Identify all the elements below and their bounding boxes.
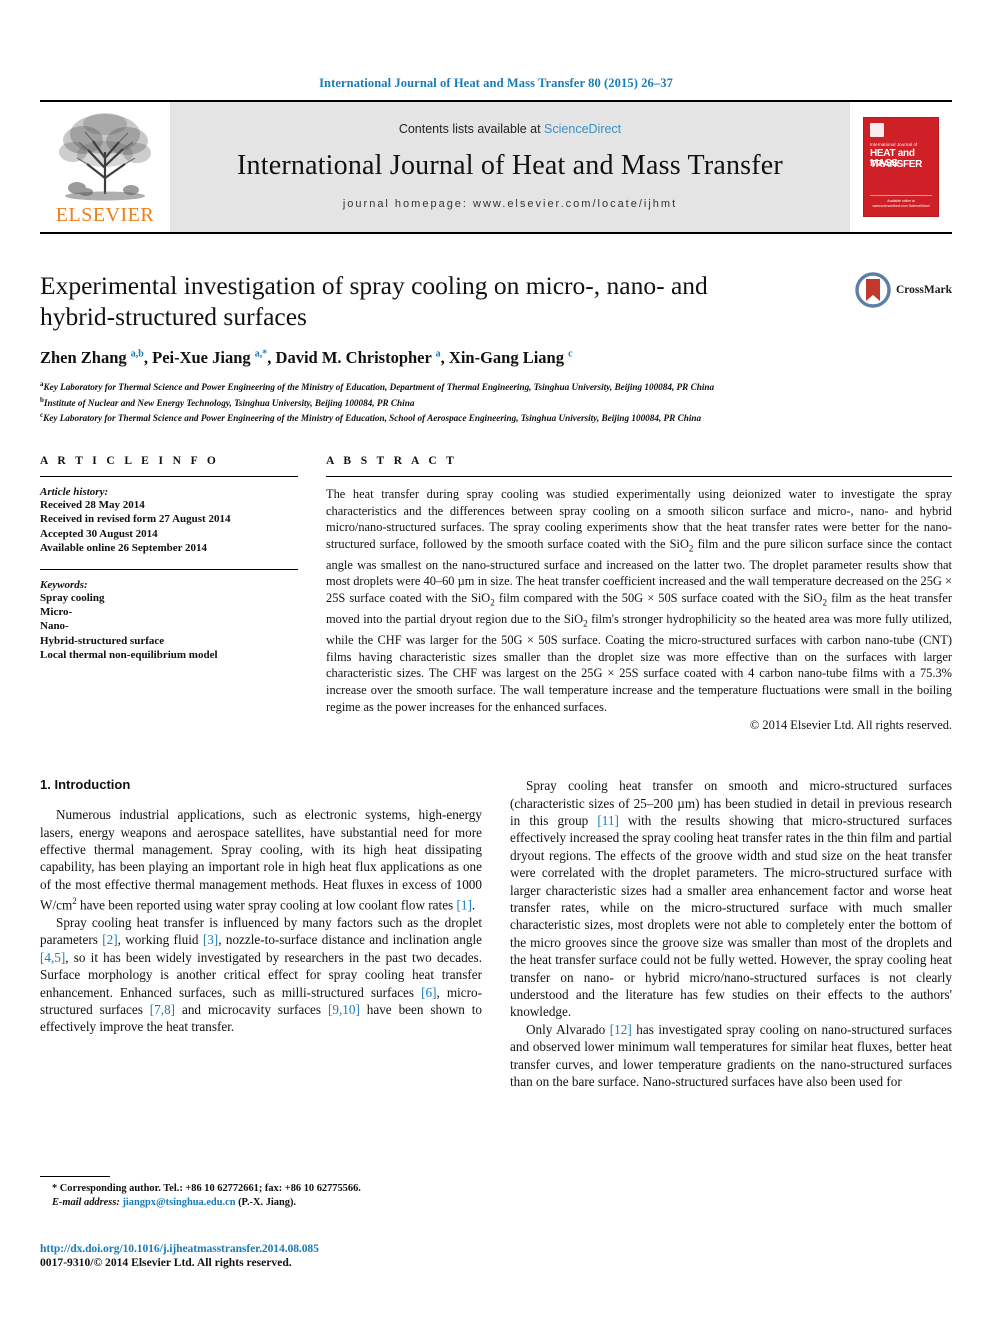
- paragraph: Spray cooling heat transfer on smooth an…: [510, 778, 953, 1020]
- keyword-item: Micro-: [40, 606, 73, 618]
- running-head: International Journal of Heat and Mass T…: [319, 76, 673, 90]
- masthead-center-panel: Contents lists available at ScienceDirec…: [170, 102, 850, 232]
- footnote-block: * Corresponding author. Tel.: +86 10 627…: [40, 1176, 480, 1209]
- elsevier-wordmark: ELSEVIER: [55, 204, 155, 226]
- paper-page: International Journal of Heat and Mass T…: [0, 0, 992, 1323]
- journal-masthead: ELSEVIER Contents lists available at Sci…: [40, 100, 952, 234]
- footnote-divider: [40, 1176, 110, 1177]
- title-block: CrossMark Experimental investigation of …: [40, 270, 952, 425]
- contents-prefix: Contents lists available at: [398, 122, 545, 136]
- crossmark-badge[interactable]: CrossMark: [855, 272, 952, 308]
- history-item: Received in revised form 27 August 2014: [40, 513, 231, 526]
- cover-supra-title: International Journal of: [870, 142, 918, 147]
- abstract-text: The heat transfer during spray cooling w…: [326, 486, 952, 714]
- divider: [40, 475, 298, 477]
- contents-lists-line: Contents lists available at ScienceDirec…: [399, 122, 621, 136]
- doi-block: http://dx.doi.org/10.1016/j.ijheatmasstr…: [40, 1242, 500, 1269]
- journal-cover-thumbnail[interactable]: International Journal of HEAT and MASS T…: [850, 102, 952, 232]
- elsevier-tree-icon: [59, 113, 151, 201]
- keyword-item: Nano-: [40, 620, 69, 633]
- info-abstract-region: A R T I C L E I N F O Article history: R…: [40, 455, 952, 733]
- affiliation-list: aKey Laboratory for Thermal Science and …: [40, 378, 952, 425]
- history-item: Received 28 May 2014: [40, 498, 145, 511]
- journal-title: International Journal of Heat and Mass T…: [237, 150, 783, 181]
- email-link[interactable]: jiangpx@tsinghua.edu.cn: [122, 1197, 235, 1208]
- crossmark-icon: [855, 272, 891, 308]
- affiliation-text: Institute of Nuclear and New Energy Tech…: [43, 397, 415, 408]
- section-heading: 1. Introduction: [40, 777, 131, 793]
- history-item: Accepted 30 August 2014: [40, 527, 158, 540]
- body-right-column: Spray cooling heat transfer on smooth an…: [510, 777, 952, 1090]
- history-item: Available online 26 September 2014: [40, 542, 208, 555]
- keyword-item: Local thermal non-equilibrium model: [40, 649, 218, 662]
- journal-homepage-line[interactable]: journal homepage: www.elsevier.com/locat…: [343, 198, 677, 210]
- affiliation-item: aKey Laboratory for Thermal Science and …: [40, 378, 952, 394]
- body-left-column: 1. Introduction Numerous industrial appl…: [40, 777, 482, 1090]
- email-label: E-mail address:: [52, 1196, 120, 1208]
- abstract-heading: A B S T R A C T: [326, 454, 458, 467]
- article-history-label: Article history:: [40, 485, 109, 498]
- abstract-copyright: © 2014 Elsevier Ltd. All rights reserved…: [749, 718, 952, 733]
- body-region: 1. Introduction Numerous industrial appl…: [40, 777, 952, 1090]
- page-title: Experimental investigation of spray cool…: [40, 271, 708, 331]
- sciencedirect-link[interactable]: ScienceDirect: [544, 122, 621, 136]
- affiliation-item: cKey Laboratory for Thermal Science and …: [40, 409, 952, 425]
- paragraph: Only Alvarado [12] has investigated spra…: [510, 1021, 952, 1089]
- doi-link[interactable]: http://dx.doi.org/10.1016/j.ijheatmasstr…: [40, 1242, 500, 1255]
- paragraph: Spray cooling heat transfer is influence…: [40, 914, 483, 1035]
- keywords-label: Keywords:: [40, 578, 88, 591]
- affiliation-item: bInstitute of Nuclear and New Energy Tec…: [40, 394, 952, 410]
- article-info-heading: A R T I C L E I N F O: [40, 454, 220, 467]
- divider: [40, 568, 298, 570]
- divider: [326, 475, 952, 477]
- cover-footer-text: Available online at www.sciencedirect.co…: [870, 195, 932, 209]
- author-list: Zhen Zhang a,b, Pei-Xue Jiang a,*, David…: [40, 348, 573, 367]
- email-owner: (P.-X. Jiang).: [238, 1196, 297, 1208]
- paragraph: Numerous industrial applications, such a…: [40, 807, 482, 913]
- issn-copyright-line: 0017-9310/© 2014 Elsevier Ltd. All right…: [40, 1256, 292, 1269]
- cover-elsevier-mark-icon: [870, 123, 884, 137]
- affiliation-text: Key Laboratory for Thermal Science and P…: [43, 413, 702, 424]
- cover-title-line2: TRANSFER: [870, 159, 923, 170]
- abstract-column: A B S T R A C T The heat transfer during…: [326, 455, 952, 733]
- crossmark-label: CrossMark: [895, 284, 952, 296]
- keyword-item: Spray cooling: [40, 591, 105, 604]
- affiliation-text: Key Laboratory for Thermal Science and P…: [43, 382, 715, 393]
- elsevier-logo: ELSEVIER: [40, 102, 170, 232]
- article-info-column: A R T I C L E I N F O Article history: R…: [40, 455, 298, 733]
- email-note: E-mail address: jiangpx@tsinghua.edu.cn …: [40, 1196, 480, 1210]
- corresponding-author-note: * Corresponding author. Tel.: +86 10 627…: [52, 1183, 361, 1194]
- keyword-item: Hybrid-structured surface: [40, 634, 165, 647]
